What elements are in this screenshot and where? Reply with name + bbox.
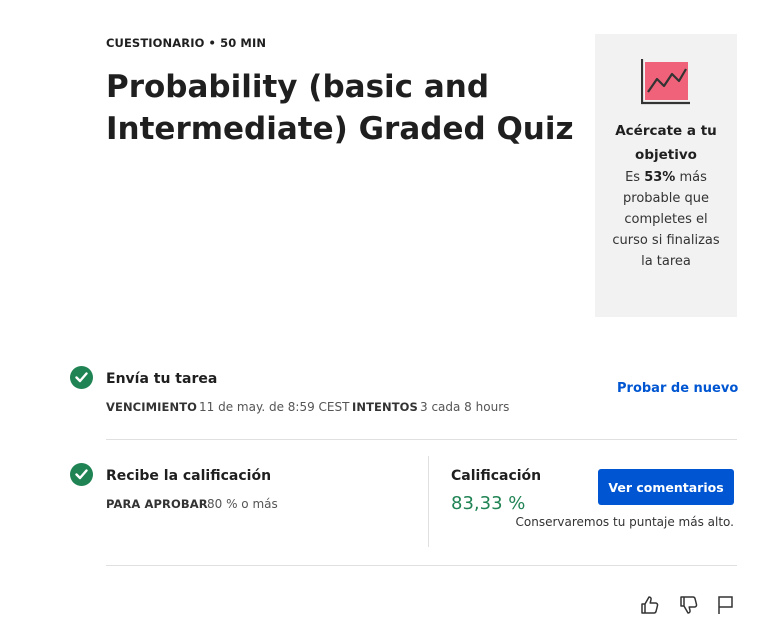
attempts-value: 3 cada 8 hours (420, 400, 510, 414)
highest-score-note: Conservaremos tu puntaje más alto. (515, 515, 735, 529)
due-label: VENCIMIENTO (106, 400, 198, 414)
trend-chart-icon (641, 59, 690, 105)
grade-value: 83,33 % (451, 493, 526, 514)
bottom-divider (106, 565, 737, 566)
page-title: Probability (basic and Intermediate) Gra… (106, 69, 574, 147)
goal-card: Acércate a tu objetivo Es 53% más probab… (595, 34, 737, 317)
thumbs-down-icon[interactable] (678, 594, 700, 616)
item-type-kicker: CUESTIONARIO • 50 MIN (106, 36, 267, 50)
pass-label: PARA APROBAR (106, 497, 208, 511)
grade-label: Calificación (451, 468, 542, 484)
goal-text: Es 53% más probable que completes el cur… (612, 170, 720, 269)
due-value: 11 de may. de 8:59 CEST (199, 400, 350, 414)
pass-value: 80 % o más (207, 497, 278, 511)
section-divider (106, 439, 737, 440)
attempts-label: INTENTOS (352, 400, 418, 414)
goal-percent: 53% (644, 170, 676, 185)
flag-icon[interactable] (715, 594, 737, 616)
submit-check-icon (70, 366, 93, 389)
grade-vertical-divider (428, 456, 429, 547)
thumbs-up-icon[interactable] (639, 594, 661, 616)
grade-check-icon (70, 463, 93, 486)
view-feedback-button[interactable]: Ver comentarios (598, 469, 734, 505)
grade-section-title: Recibe la calificación (106, 468, 272, 484)
goal-heading: Acércate a tu objetivo (615, 123, 717, 163)
retry-link[interactable]: Probar de nuevo (617, 381, 738, 396)
submit-section-title: Envía tu tarea (106, 371, 218, 387)
